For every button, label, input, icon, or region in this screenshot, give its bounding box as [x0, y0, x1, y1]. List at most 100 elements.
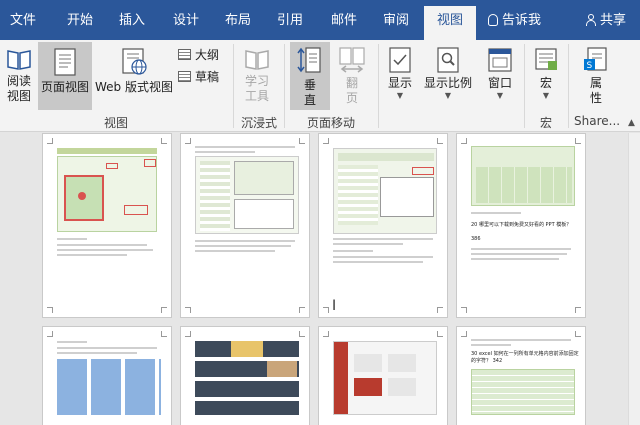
margin-corner-mark: [299, 331, 305, 337]
magnifier-icon: [437, 47, 459, 73]
margin-corner-mark: [323, 138, 329, 144]
page-image: [471, 369, 575, 415]
page-heading: 30 excel 如何在一列所有单元格内容前添加固定的字符？ 342: [471, 351, 579, 364]
macro-icon: [535, 48, 557, 70]
side-by-side-button[interactable]: 翻 页: [334, 44, 370, 108]
window-button[interactable]: 窗口 ▼: [480, 44, 520, 108]
document-area[interactable]: 20 哪里可以下载到免费又好看的 PPT 模板？ 386 30 excel 如何…: [0, 133, 640, 425]
draft-button[interactable]: 草稿: [178, 68, 219, 85]
page-icon: [54, 48, 76, 76]
vertical-scroll-icon: [297, 47, 321, 73]
margin-corner-mark: [299, 138, 305, 144]
group-separator: [378, 44, 379, 128]
page-thumbnail[interactable]: [180, 326, 310, 425]
margin-corner-mark: [161, 138, 167, 144]
share-button[interactable]: 共享: [586, 6, 626, 36]
margin-corner-mark: [47, 331, 53, 337]
vertical-button[interactable]: 垂 直: [290, 42, 330, 110]
collapse-ribbon-icon[interactable]: ▲: [628, 118, 635, 128]
side-by-side-icon: [339, 47, 365, 73]
page-image: [195, 156, 299, 234]
draft-label: 草稿: [195, 70, 220, 84]
text-line: [195, 146, 295, 148]
tab-references[interactable]: 引用: [266, 6, 314, 36]
page-image: [195, 341, 299, 415]
chevron-down-icon: ▼: [496, 91, 504, 100]
vertical-label-2: 直: [303, 93, 316, 107]
tab-layout[interactable]: 布局: [214, 6, 262, 36]
margin-corner-mark: [185, 138, 191, 144]
vertical-scrollbar[interactable]: [628, 133, 640, 425]
page-image: [471, 146, 575, 206]
tab-home[interactable]: 开始: [56, 6, 104, 36]
macros-label: 宏: [539, 76, 552, 90]
properties-button[interactable]: S 属 性: [578, 44, 614, 108]
page-thumbnail[interactable]: [42, 326, 172, 425]
text-line: [57, 244, 147, 246]
text-line: [333, 243, 403, 245]
tab-insert[interactable]: 插入: [108, 6, 156, 36]
properties-icon: S: [584, 47, 607, 71]
tab-mailings[interactable]: 邮件: [320, 6, 368, 36]
margin-corner-mark: [461, 331, 467, 337]
learning-tools-label-1: 学习: [244, 74, 269, 88]
margin-corner-mark: [461, 307, 467, 313]
chevron-down-icon: ▼: [542, 91, 550, 100]
learning-tools-button[interactable]: 学习 工具: [240, 44, 274, 108]
outline-button[interactable]: 大纲: [178, 46, 219, 63]
read-mode-button[interactable]: 阅读 视图: [2, 44, 36, 108]
vertical-label-1: 垂: [303, 78, 316, 92]
share-label: 共享: [600, 13, 627, 28]
margin-corner-mark: [323, 307, 329, 313]
outline-icon: [178, 49, 191, 60]
page-thumbnail[interactable]: [180, 133, 310, 318]
window-label: 窗口: [487, 76, 512, 90]
book-icon: [7, 50, 31, 70]
text-line: [195, 240, 295, 242]
margin-corner-mark: [461, 138, 467, 144]
learning-tools-label-2: 工具: [244, 89, 269, 103]
show-icon: [389, 47, 411, 73]
page-thumbnail[interactable]: [42, 133, 172, 318]
print-layout-label: 页面视图: [40, 80, 89, 94]
page-thumbnail[interactable]: 30 excel 如何在一列所有单元格内容前添加固定的字符？ 342: [456, 326, 586, 425]
tell-me-box[interactable]: 告诉我: [488, 6, 541, 36]
macros-group-label: 宏: [539, 116, 552, 130]
text-line: [333, 238, 433, 240]
page-image: [333, 341, 437, 415]
tab-file[interactable]: 文件: [0, 6, 46, 36]
tab-review[interactable]: 审阅: [372, 6, 420, 36]
chevron-down-icon: ▼: [396, 91, 404, 100]
tab-design[interactable]: 设计: [162, 6, 210, 36]
print-layout-button[interactable]: 页面视图: [38, 42, 92, 110]
text-line: [195, 250, 275, 252]
page-movement-group-label: 页面移动: [306, 116, 355, 130]
immersive-group-label: 沉浸式: [240, 116, 277, 130]
zoom-button[interactable]: 显示比例 ▼: [420, 44, 476, 108]
text-line: [333, 256, 433, 258]
margin-corner-mark: [575, 331, 581, 337]
tab-view[interactable]: 视图: [424, 6, 476, 40]
text-line: [471, 248, 571, 250]
text-line: [471, 253, 567, 255]
margin-corner-mark: [437, 307, 443, 313]
web-layout-button[interactable]: Web 版式视图: [94, 44, 174, 108]
sharepoint-group-label: Share...: [574, 114, 621, 128]
macros-button[interactable]: 宏 ▼: [528, 44, 564, 108]
page-thumbnail[interactable]: 20 哪里可以下载到免费又好看的 PPT 模板？ 386: [456, 133, 586, 318]
text-line: [471, 212, 521, 214]
lightbulb-icon: [488, 14, 498, 26]
side-by-side-label-1: 翻: [345, 76, 358, 90]
text-line: [195, 245, 291, 247]
text-cursor-icon: I: [332, 298, 337, 314]
web-page-icon: [122, 48, 147, 75]
properties-label-2: 性: [589, 91, 602, 105]
page-thumbnail[interactable]: [318, 133, 448, 318]
show-button[interactable]: 显示 ▼: [382, 44, 418, 108]
page-thumbnail[interactable]: [318, 326, 448, 425]
zoom-label: 显示比例: [423, 76, 472, 90]
side-by-side-label-2: 页: [345, 91, 358, 105]
read-mode-label-2: 视图: [6, 89, 31, 103]
draft-icon: [178, 71, 191, 82]
page-heading: 20 哪里可以下载到免费又好看的 PPT 模板？: [471, 222, 572, 228]
